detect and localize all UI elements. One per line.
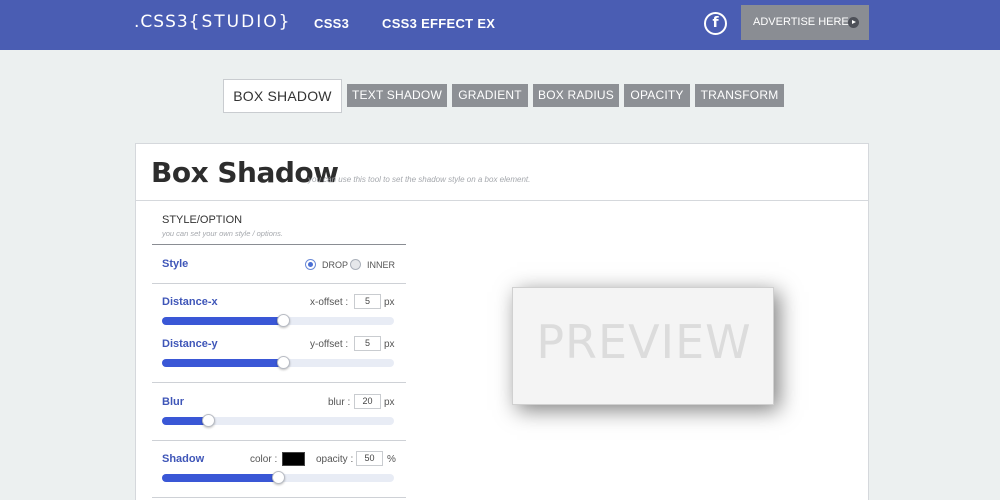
shadow-opacity-label: opacity :	[316, 454, 354, 465]
shadow-opacity-unit: %	[387, 454, 396, 465]
shadow-label: Shadow	[162, 453, 205, 465]
top-bar: .CSS3{STUDIO} CSS3 CSS3 EFFECT EX f ADVE…	[0, 0, 1000, 50]
distance-y-slider[interactable]	[162, 356, 394, 369]
distance-y-label: Distance-y	[162, 338, 218, 350]
slider-fill	[162, 359, 283, 367]
x-offset-input[interactable]: 5	[354, 294, 381, 309]
y-offset-input[interactable]: 5	[354, 336, 381, 351]
nav-css3[interactable]: CSS3	[314, 16, 349, 31]
blur-field-label: blur :	[328, 397, 351, 408]
tab-gradient[interactable]: GRADIENT	[452, 84, 528, 107]
nav-css3-effect-ex[interactable]: CSS3 EFFECT EX	[382, 16, 495, 31]
shadow-opacity-input[interactable]: 50	[356, 451, 383, 466]
shadow-color-swatch[interactable]	[282, 452, 305, 466]
slider-handle[interactable]	[277, 314, 290, 327]
inner-label: INNER	[367, 260, 396, 270]
x-offset-label: x-offset :	[310, 297, 349, 308]
slider-fill	[162, 474, 278, 482]
divider	[152, 440, 406, 441]
y-offset-unit: px	[384, 339, 395, 350]
options-subtitle: you can set your own style / options.	[162, 229, 283, 238]
distance-x-label: Distance-x	[162, 296, 218, 308]
divider	[152, 382, 406, 383]
blur-unit: px	[384, 397, 395, 408]
blur-label: Blur	[162, 396, 184, 408]
blur-input[interactable]: 20	[354, 394, 381, 409]
play-arrow-icon	[848, 17, 859, 28]
drop-label: DROP	[322, 260, 349, 270]
page-title: Box Shadow	[151, 156, 339, 189]
advertise-label: ADVERTISE HERE	[753, 16, 849, 28]
logo-main: .CSS3	[134, 12, 189, 32]
tab-opacity[interactable]: OPACITY	[624, 84, 690, 107]
tab-box-radius[interactable]: BOX RADIUS	[533, 84, 619, 107]
inner-radio[interactable]	[350, 259, 361, 270]
x-offset-unit: px	[384, 297, 395, 308]
slider-handle[interactable]	[202, 414, 215, 427]
slider-fill	[162, 317, 283, 325]
divider	[152, 244, 406, 245]
advertise-button[interactable]: ADVERTISE HERE	[741, 5, 869, 40]
options-title: STYLE/OPTION	[162, 214, 243, 226]
tab-text-shadow[interactable]: TEXT SHADOW	[347, 84, 447, 107]
panel-header: Box Shadow you can use this tool to set …	[136, 144, 868, 201]
shadow-opacity-slider[interactable]	[162, 471, 394, 484]
logo[interactable]: .CSS3{STUDIO}	[134, 12, 291, 32]
logo-sub: {STUDIO}	[188, 12, 292, 32]
slider-handle[interactable]	[277, 356, 290, 369]
distance-x-slider[interactable]	[162, 314, 394, 327]
tab-transform[interactable]: TRANSFORM	[695, 84, 784, 107]
slider-handle[interactable]	[272, 471, 285, 484]
facebook-icon[interactable]: f	[704, 12, 727, 35]
style-label: Style	[162, 258, 189, 270]
divider	[152, 497, 406, 498]
shadow-color-label: color :	[250, 454, 278, 465]
y-offset-label: y-offset :	[310, 339, 349, 350]
tab-box-shadow[interactable]: BOX SHADOW	[223, 79, 342, 113]
page-subtitle: you can use this tool to set the shadow …	[308, 175, 531, 184]
drop-radio[interactable]	[305, 259, 316, 270]
preview-box: PREVIEW	[512, 287, 774, 405]
divider	[152, 283, 406, 284]
blur-slider[interactable]	[162, 414, 394, 427]
preview-text: PREVIEW	[536, 315, 752, 369]
